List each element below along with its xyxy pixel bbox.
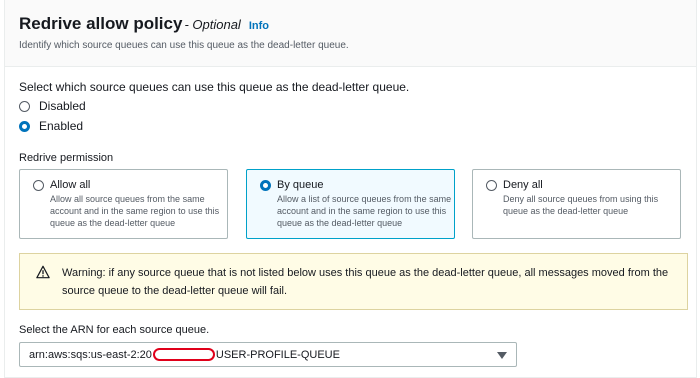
tile-deny-all-description: Deny all source queues from using this q…	[503, 194, 659, 216]
tile-allow-all[interactable]: Allow all Allow all source queues from t…	[19, 169, 228, 239]
tile-by-queue-description: Allow a list of source queues from the s…	[277, 194, 452, 228]
redrive-allow-policy-panel: Redrive allow policy - Optional Info Ide…	[4, 0, 697, 378]
tile-by-queue[interactable]: By queue Allow a list of source queues f…	[246, 169, 455, 239]
optional-tag: - Optional	[184, 17, 241, 32]
tile-allow-all-head: Allow all	[33, 179, 227, 191]
warning-text: Warning: if any source queue that is not…	[62, 267, 669, 297]
tile-by-queue-head: By queue	[260, 179, 454, 191]
arn-select-dropdown[interactable]: arn:aws:sqs:us-east-2:20 USER-PROFILE-QU…	[19, 342, 517, 367]
tile-deny-all-head: Deny all	[486, 179, 680, 191]
tile-by-queue-radio[interactable]	[260, 179, 271, 191]
warning-triangle-icon	[36, 265, 50, 279]
redaction-mark	[152, 348, 215, 361]
redrive-permission-label: Redrive permission	[19, 152, 114, 164]
source-queue-question: Select which source queues can use this …	[19, 80, 410, 94]
radio-disabled-circle[interactable]	[19, 100, 30, 112]
tile-by-queue-title: By queue	[277, 179, 324, 191]
tile-allow-all-description: Allow all source queues from the same ac…	[50, 194, 220, 228]
arn-value-suffix: USER-PROFILE-QUEUE	[215, 348, 340, 361]
warning-alert: Warning: if any source queue that is not…	[19, 253, 688, 310]
tile-deny-all-title: Deny all	[503, 179, 543, 191]
tile-deny-all-radio[interactable]	[486, 179, 497, 191]
tile-deny-all[interactable]: Deny all Deny all source queues from usi…	[472, 169, 681, 239]
panel-title: Redrive allow policy	[19, 14, 183, 33]
tile-allow-all-title: Allow all	[50, 179, 91, 191]
panel-description: Identify which source queues can use thi…	[19, 40, 349, 51]
arn-select-label: Select the ARN for each source queue.	[19, 324, 210, 336]
radio-disabled-label: Disabled	[39, 99, 86, 113]
info-link[interactable]: Info	[249, 20, 269, 32]
tile-allow-all-radio[interactable]	[33, 179, 44, 191]
radio-disabled[interactable]: Disabled	[19, 99, 86, 113]
radio-enabled-circle[interactable]	[19, 120, 30, 132]
caret-down-icon[interactable]	[497, 352, 507, 359]
title-row: Redrive allow policy - Optional Info	[19, 14, 269, 34]
radio-enabled-label: Enabled	[39, 119, 84, 133]
arn-value-prefix: arn:aws:sqs:us-east-2:20	[29, 348, 152, 361]
panel-header: Redrive allow policy - Optional Info Ide…	[5, 0, 696, 67]
radio-enabled[interactable]: Enabled	[19, 119, 83, 133]
